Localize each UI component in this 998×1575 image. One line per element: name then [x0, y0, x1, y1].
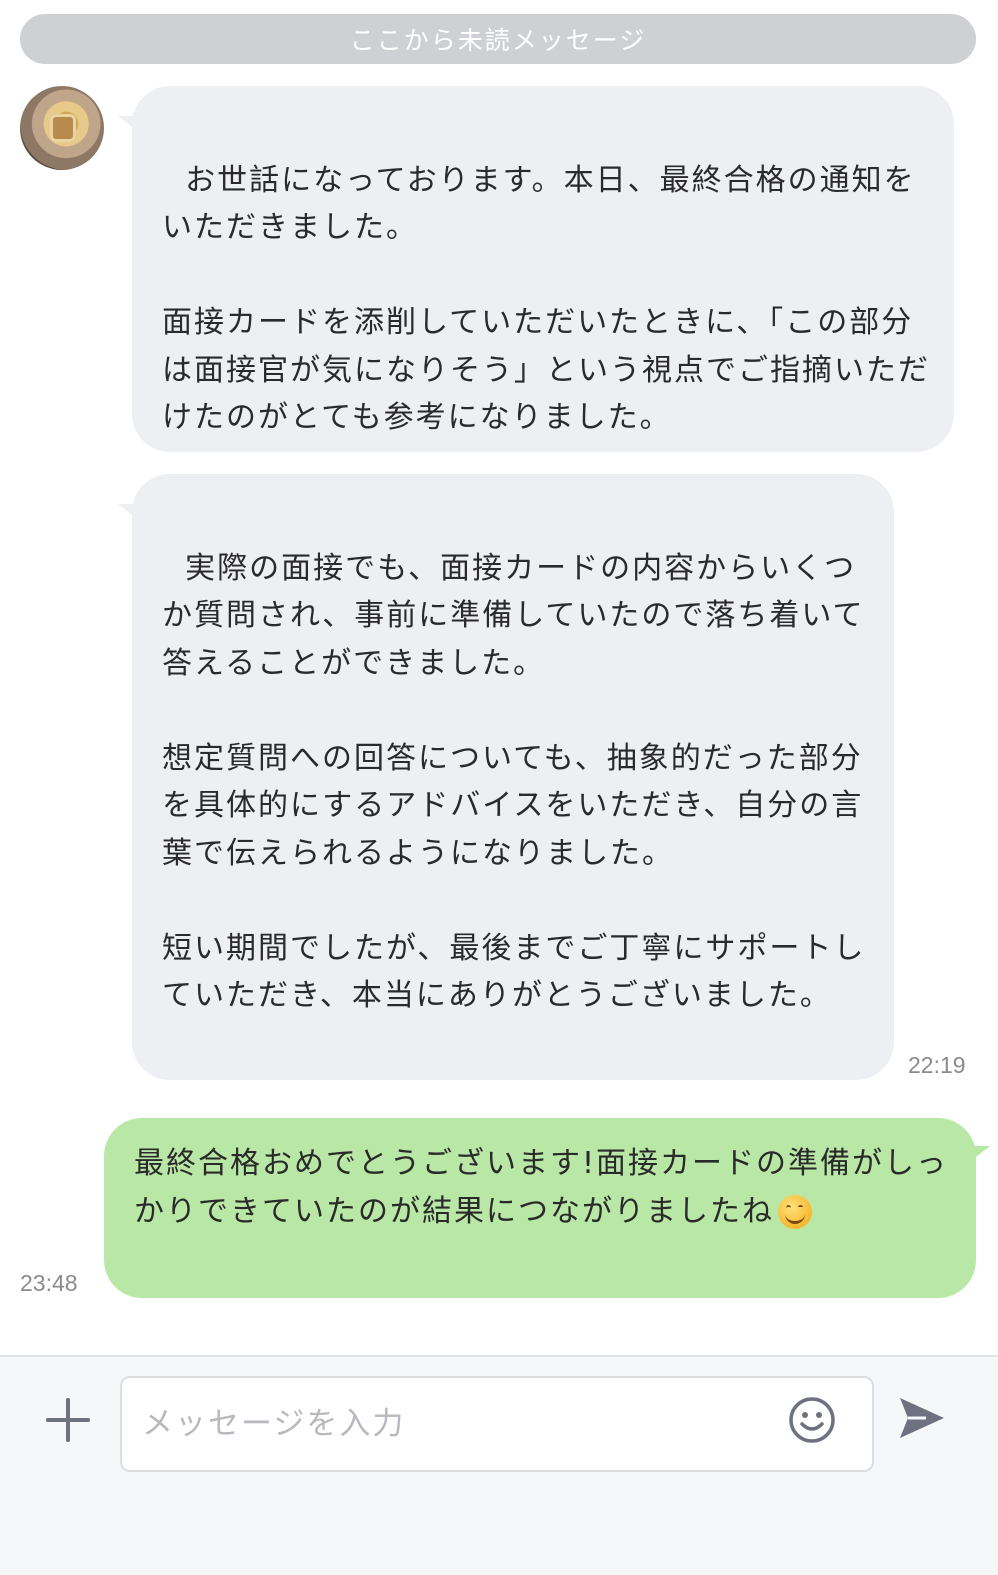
send-icon[interactable] — [896, 1394, 948, 1442]
message-timestamp: 23:48 — [20, 1270, 78, 1296]
incoming-message-bubble[interactable]: 実際の面接でも、面接カードの内容からいくつか質問され、事前に準備していたので落ち… — [132, 474, 894, 1080]
incoming-message-bubble[interactable]: お世話になっております。本日、最終合格の通知をいただきました。 面接カードを添削… — [132, 86, 954, 452]
message-input[interactable] — [142, 1378, 782, 1470]
smiling-face-emoji-icon — [778, 1194, 812, 1229]
message-timestamp: 22:19 — [908, 1052, 966, 1078]
unread-divider-label: ここから未読メッセージ — [349, 26, 647, 55]
outgoing-message-bubble[interactable]: 最終合格おめでとうございます!面接カードの準備がしっかりできていたのが結果につな… — [104, 1118, 976, 1298]
unread-divider: ここから未読メッセージ — [20, 14, 976, 64]
sender-avatar[interactable] — [20, 86, 104, 170]
message-input-container[interactable] — [120, 1376, 874, 1472]
message-text: お世話になっております。本日、最終合格の通知をいただきました。 面接カードを添削… — [162, 162, 930, 436]
smiley-icon[interactable] — [788, 1396, 836, 1444]
message-text: 最終合格おめでとうございます!面接カードの準備がしっかりできていたのが結果につな… — [134, 1146, 949, 1229]
plus-icon[interactable] — [46, 1398, 90, 1442]
message-text: 実際の面接でも、面接カードの内容からいくつか質問され、事前に準備していたので落ち… — [162, 550, 866, 1014]
